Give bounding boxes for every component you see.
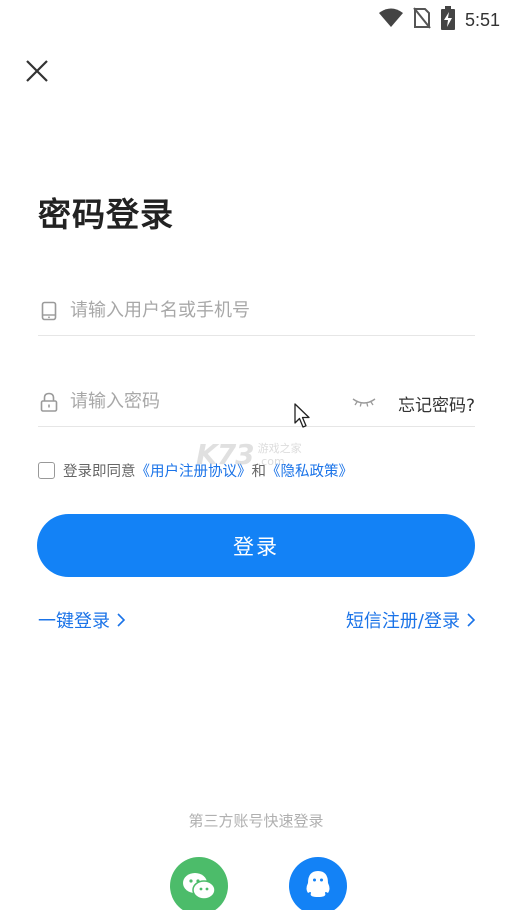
chevron-right-icon xyxy=(467,613,476,627)
wechat-icon xyxy=(183,873,216,900)
watermark-logo: K73 xyxy=(196,438,255,471)
login-button[interactable]: 登录 xyxy=(37,514,475,577)
username-field-row xyxy=(38,286,475,336)
eye-closed-icon[interactable] xyxy=(351,391,377,413)
qq-icon xyxy=(306,871,330,897)
password-input[interactable] xyxy=(70,381,330,422)
watermark-line2: .com xyxy=(257,454,285,468)
status-time: 5:51 xyxy=(464,9,500,30)
forgot-password-link[interactable]: 忘记密码? xyxy=(398,391,475,416)
close-button[interactable] xyxy=(22,56,52,86)
username-input[interactable] xyxy=(70,290,475,331)
qq-login-button[interactable] xyxy=(289,857,347,910)
password-field-row: 忘记密码? xyxy=(38,377,475,427)
watermark: K73 游戏之家 .com xyxy=(196,438,302,471)
mouse-cursor-icon xyxy=(294,403,310,428)
agreement-checkbox[interactable] xyxy=(38,462,55,479)
third-party-title: 第三方账号快速登录 xyxy=(188,812,324,830)
wifi-icon xyxy=(378,8,403,32)
status-bar: 5:51 xyxy=(0,0,512,34)
phone-icon xyxy=(38,300,60,322)
chevron-right-icon xyxy=(117,613,126,627)
one-click-login-link[interactable]: 一键登录 xyxy=(38,607,126,633)
status-icons: 5:51 xyxy=(378,6,500,34)
agreement-prefix: 登录即同意 xyxy=(63,464,136,480)
battery-charging-icon xyxy=(440,6,455,34)
sms-login-label: 短信注册/登录 xyxy=(345,611,460,632)
page-title: 密码登录 xyxy=(38,195,174,234)
wechat-login-button[interactable] xyxy=(170,857,228,910)
watermark-line1: 游戏之家 xyxy=(257,441,302,455)
watermark-text: 游戏之家 .com xyxy=(258,442,302,468)
no-sim-icon xyxy=(413,7,431,33)
one-click-login-label: 一键登录 xyxy=(38,611,110,632)
close-icon xyxy=(26,60,48,82)
lock-icon xyxy=(38,391,60,413)
sms-login-link[interactable]: 短信注册/登录 xyxy=(346,607,476,633)
